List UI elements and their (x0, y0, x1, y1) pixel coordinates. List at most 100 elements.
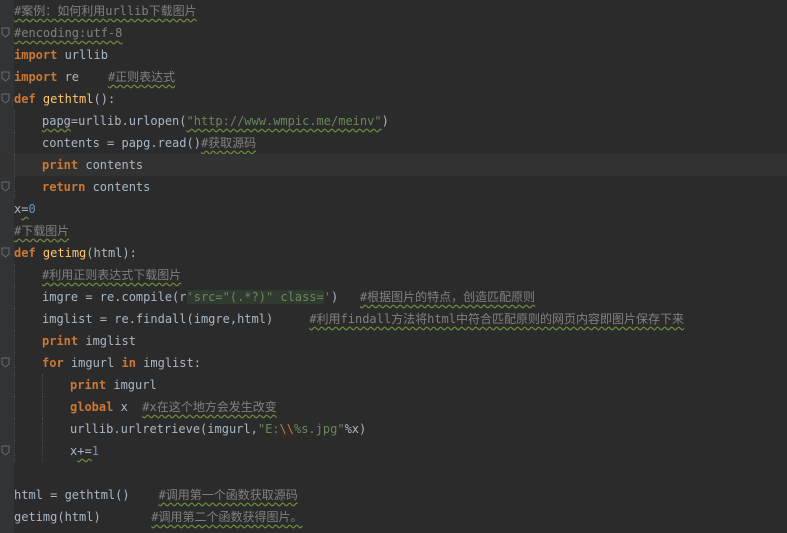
code-line[interactable]: #案例：如何利用urllib下载图片 (0, 0, 787, 22)
code-text: #案例：如何利用urllib下载图片 (14, 0, 197, 22)
code-token: return (42, 180, 86, 194)
code-token: %s.jpg" (293, 422, 345, 436)
code-token: ) (381, 114, 389, 128)
code-token: =urllib.urlopen( (70, 114, 187, 128)
code-text: x+=1 (70, 440, 99, 462)
code-line[interactable]: print imglist (0, 330, 787, 352)
code-token: print (42, 158, 79, 172)
code-token: def (14, 246, 36, 260)
code-token: (html): (86, 246, 137, 260)
code-line[interactable]: contents = papg.read()#获取源码 (0, 132, 787, 154)
code-token: papg (42, 114, 71, 128)
code-token: #根据图片的特点，创造匹配原则 (359, 290, 536, 304)
code-line[interactable]: def getimg(html): (0, 242, 787, 264)
indent-guide (14, 154, 16, 176)
code-line[interactable]: def gethtml(): (0, 88, 787, 110)
indent-guide (14, 418, 16, 440)
code-token: #x在这个地方会发生改变 (142, 400, 277, 414)
code-line[interactable]: html = gethtml() #调用第一个函数获取源码 (0, 484, 787, 506)
code-text: imglist = re.findall(imgre,html) #利用find… (42, 308, 684, 330)
code-text: html = gethtml() #调用第一个函数获取源码 (14, 484, 298, 506)
code-token: (): (93, 92, 116, 106)
indent-guide (14, 374, 16, 396)
code-token: re (57, 70, 108, 84)
code-line[interactable]: getimg(html) #调用第二个函数获得图片。 (0, 506, 787, 528)
code-token: "http://www.wmpic.me/meinv" (186, 114, 382, 128)
code-token: #调用第一个函数获取源码 (158, 488, 298, 502)
fold-marker-icon[interactable] (1, 71, 10, 82)
code-line[interactable]: papg=urllib.urlopen("http://www.wmpic.me… (0, 110, 787, 132)
code-token: 0 (28, 202, 36, 216)
code-token: %x) (344, 422, 367, 436)
fold-marker-icon[interactable] (1, 27, 10, 38)
code-text: contents = papg.read()#获取源码 (42, 132, 256, 154)
code-token: for (42, 356, 64, 370)
code-line[interactable]: return contents (0, 176, 787, 198)
code-token: #下载图片 (14, 224, 70, 238)
code-line[interactable]: global x #x在这个地方会发生改变 (0, 396, 787, 418)
indent-guide (42, 374, 44, 396)
fold-marker-icon[interactable] (1, 93, 10, 104)
code-line[interactable]: x+=1 (0, 440, 787, 462)
code-token: in (121, 356, 136, 370)
code-token: import (14, 70, 58, 84)
code-line[interactable]: for imgurl in imglist: (0, 352, 787, 374)
indent-guide (14, 264, 16, 286)
fold-marker-icon[interactable] (1, 247, 10, 258)
code-line[interactable]: print imgurl (0, 374, 787, 396)
code-line[interactable]: import re #正则表达式 (0, 66, 787, 88)
indent-guide (14, 440, 16, 462)
code-text: print contents (42, 154, 143, 176)
code-text: #encoding:utf-8 (14, 22, 122, 44)
code-token: gethtml (42, 92, 94, 106)
code-line[interactable]: imglist = re.findall(imgre,html) #利用find… (0, 308, 787, 330)
code-line[interactable]: imgre = re.compile(r'src="(.*?)" class='… (0, 286, 787, 308)
indent-guide (14, 330, 16, 352)
indent-guide (42, 418, 44, 440)
code-token: #调用第二个函数获得图片。 (151, 510, 303, 524)
code-text: urllib.urlretrieve(imgurl,"E:\\%s.jpg"%x… (70, 418, 366, 440)
code-text: import urllib (14, 44, 108, 66)
code-token: getimg(html) (14, 510, 152, 524)
indent-guide (42, 440, 44, 462)
code-text: #利用正则表达式下载图片 (42, 264, 181, 286)
code-token: imglist (78, 334, 136, 348)
code-line[interactable]: import urllib (0, 44, 787, 66)
code-text: def getimg(html): (14, 242, 137, 264)
code-token: urllib (57, 48, 108, 62)
fold-marker-icon[interactable] (1, 357, 10, 368)
code-text: getimg(html) #调用第二个函数获得图片。 (14, 506, 303, 528)
code-line[interactable]: #利用正则表达式下载图片 (0, 264, 787, 286)
code-line[interactable]: #encoding:utf-8 (0, 22, 787, 44)
code-token: def (14, 92, 36, 106)
code-token: imglist: (135, 356, 201, 370)
code-token: print (42, 334, 79, 348)
indent-guide (14, 176, 16, 198)
code-line[interactable]: urllib.urlretrieve(imgurl,"E:\\%s.jpg"%x… (0, 418, 787, 440)
code-token: imglist = re.findall(imgre,html) (42, 312, 310, 326)
code-text: x=0 (14, 198, 36, 220)
code-line[interactable]: x=0 (0, 198, 787, 220)
code-token: 'src="(.*?)" class= (186, 290, 324, 304)
indent-guide (42, 396, 44, 418)
code-token: \\ (279, 422, 294, 436)
code-token: #利用正则表达式下载图片 (42, 268, 182, 282)
code-line[interactable]: #下载图片 (0, 220, 787, 242)
code-token: imgurl (63, 356, 122, 370)
code-editor[interactable]: #案例：如何利用urllib下载图片 #encoding:utf-8 import … (0, 0, 787, 533)
indent-guide (14, 132, 16, 154)
code-token: contents (78, 158, 144, 172)
fold-marker-icon[interactable] (1, 445, 10, 456)
code-text: #下载图片 (14, 220, 69, 242)
code-token: x (113, 400, 143, 414)
code-text: for imgurl in imglist: (42, 352, 201, 374)
indent-guide (14, 396, 16, 418)
code-text: papg=urllib.urlopen("http://www.wmpic.me… (42, 110, 389, 132)
code-line[interactable] (0, 462, 787, 484)
code-text: import re #正则表达式 (14, 66, 175, 88)
code-token: #利用findall方法将html中符合匹配原则的网页内容即图片保存下来 (309, 312, 685, 326)
code-line[interactable]: print contents (0, 154, 787, 176)
fold-marker-icon[interactable] (1, 181, 10, 192)
code-token: global (70, 400, 114, 414)
